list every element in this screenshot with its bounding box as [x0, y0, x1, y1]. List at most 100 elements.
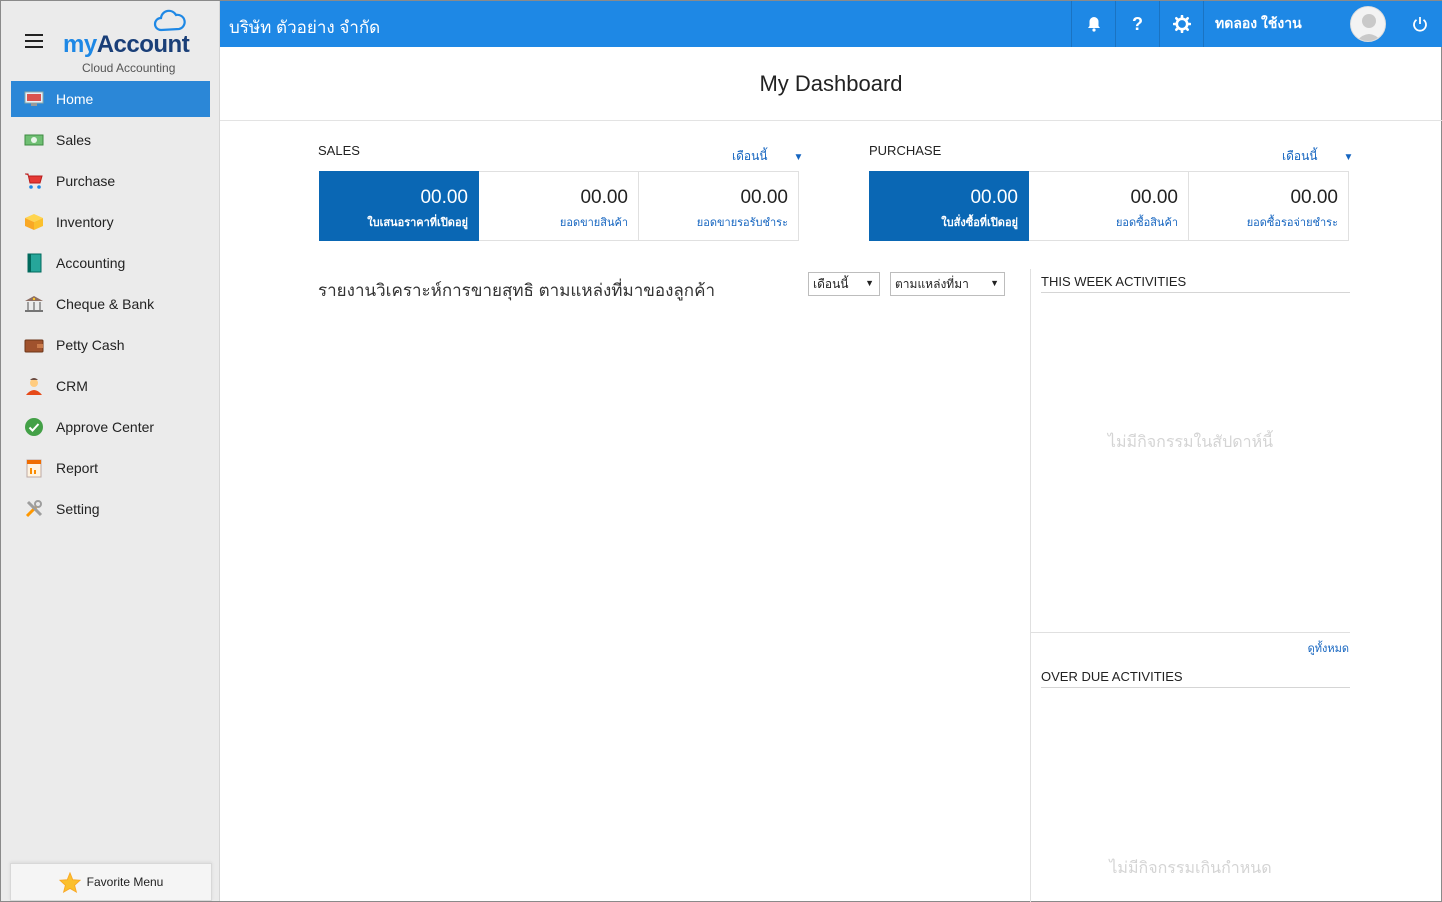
sidebar-item-label: Inventory [56, 214, 114, 230]
card-value: 00.00 [970, 187, 1018, 208]
star-icon [58, 871, 81, 893]
sales-card-receivable[interactable]: 00.00 ยอดขายรอรับชำระ [639, 171, 799, 241]
report-title: รายงานวิเคราะห์การขายสุทธิ ตามแหล่งที่มา… [318, 281, 716, 300]
card-value: 00.00 [740, 187, 788, 208]
see-all-link[interactable]: ดูทั้งหมด [1308, 639, 1349, 657]
caret-down-icon: ▼ [990, 278, 999, 288]
help-icon: ? [1132, 13, 1143, 34]
report-period-value: เดือนนี้ [813, 276, 849, 291]
title-divider [220, 120, 1442, 121]
activities-panel: THIS WEEK ACTIVITIES ไม่มีกิจกรรมในสัปดา… [1030, 269, 1350, 902]
ledger-book-icon [23, 253, 45, 273]
company-name[interactable]: บริษัท ตัวอย่าง จำกัด [229, 14, 380, 41]
top-bar: บริษัท ตัวอย่าง จำกัด ? ทดลอง ใช้งาน [220, 1, 1442, 47]
sidebar-item-label: Petty Cash [56, 337, 125, 353]
card-label: ยอดขายรอรับชำระ [696, 217, 788, 229]
sidebar-item-cheque-bank[interactable]: Cheque & Bank [11, 286, 210, 322]
wallet-icon [23, 335, 45, 355]
card-value: 00.00 [420, 187, 468, 208]
sidebar-item-label: Report [56, 460, 99, 476]
sidebar-item-label: Accounting [56, 255, 126, 271]
cash-icon [23, 130, 45, 150]
card-value: 00.00 [1290, 187, 1338, 208]
sidebar-item-label: Purchase [56, 173, 116, 189]
sales-period-dropdown[interactable]: เดือนนี้ ▼ [732, 147, 803, 166]
sidebar-item-sales[interactable]: Sales [11, 122, 210, 158]
caret-down-icon: ▼ [793, 152, 804, 163]
user-silhouette-icon [1356, 14, 1382, 41]
user-name[interactable]: ทดลอง ใช้งาน [1203, 1, 1343, 47]
sidebar-item-purchase[interactable]: Purchase [11, 163, 210, 199]
purchase-period-dropdown[interactable]: เดือนนี้ ▼ [1282, 147, 1353, 166]
sidebar-item-accounting[interactable]: Accounting [11, 245, 210, 281]
sales-card-sales-total[interactable]: 00.00 ยอดขายสินค้า [479, 171, 639, 241]
sidebar-item-label: Approve Center [56, 419, 155, 435]
home-monitor-icon [23, 89, 45, 109]
caret-down-icon: ▼ [1343, 152, 1354, 163]
activities-divider [1031, 632, 1350, 633]
sidebar-item-setting[interactable]: Setting [11, 491, 210, 527]
power-icon [1413, 17, 1427, 32]
hamburger-menu-icon[interactable] [25, 34, 43, 48]
settings-button[interactable] [1159, 1, 1203, 47]
page-title: My Dashboard [759, 71, 903, 96]
sidebar-item-petty-cash[interactable]: Petty Cash [11, 327, 210, 363]
purchase-section-label: PURCHASE [869, 143, 942, 158]
sidebar-item-label: Setting [56, 501, 100, 517]
card-label: ใบเสนอราคาที่เปิดอยู่ [367, 217, 468, 229]
bank-icon [23, 294, 45, 314]
check-circle-icon [23, 417, 45, 437]
report-icon [23, 458, 45, 478]
sidebar-item-label: CRM [56, 378, 88, 394]
purchase-card-open-orders[interactable]: 00.00 ใบสั่งซื้อที่เปิดอยู่ [869, 171, 1029, 241]
purchase-card-payable[interactable]: 00.00 ยอดซื้อรอจ่ายชำระ [1189, 171, 1349, 241]
logout-button[interactable] [1398, 1, 1442, 47]
tools-icon [23, 499, 45, 519]
brand-subtitle: Cloud Accounting [82, 61, 176, 75]
sidebar-item-label: Cheque & Bank [56, 296, 155, 312]
sidebar-item-approve-center[interactable]: Approve Center [11, 409, 210, 445]
purchase-card-purchase-total[interactable]: 00.00 ยอดซื้อสินค้า [1029, 171, 1189, 241]
sales-period-value: เดือนนี้ [732, 149, 768, 163]
this-week-activities-title: THIS WEEK ACTIVITIES [1041, 274, 1350, 293]
box-icon [23, 212, 45, 232]
brand-name-part1: my [63, 31, 97, 58]
overdue-empty-message: ไม่มีกิจกรรมเกินกำหนด [1109, 860, 1272, 877]
card-value: 00.00 [1130, 187, 1178, 208]
gear-icon [1172, 15, 1191, 33]
brand-name: myAccount [63, 31, 190, 59]
card-label: ยอดซื้อสินค้า [1115, 217, 1178, 229]
caret-down-icon: ▼ [865, 278, 874, 288]
report-period-select[interactable]: เดือนนี้ ▼ [808, 272, 880, 296]
avatar[interactable] [1350, 6, 1386, 42]
sidebar-item-crm[interactable]: CRM [11, 368, 210, 404]
shopping-cart-icon [23, 171, 45, 191]
sales-section-label: SALES [318, 143, 360, 158]
person-icon [23, 376, 45, 396]
favorite-menu-button[interactable]: Favorite Menu [10, 863, 212, 901]
brand-name-part2: Account [96, 31, 190, 58]
sidebar-item-home[interactable]: Home [11, 81, 210, 117]
sidebar-item-label: Sales [56, 132, 92, 148]
purchase-period-value: เดือนนี้ [1282, 149, 1318, 163]
overdue-activities-title: OVER DUE ACTIVITIES [1041, 669, 1350, 688]
report-source-select[interactable]: ตามแหล่งที่มา ▼ [890, 272, 1005, 296]
card-value: 00.00 [580, 187, 628, 208]
notification-button[interactable] [1071, 1, 1115, 47]
brand-logo[interactable]: myAccount Cloud Accounting [63, 9, 203, 75]
this-week-empty-message: ไม่มีกิจกรรมในสัปดาห์นี้ [1107, 434, 1274, 451]
cloud-icon [153, 9, 186, 32]
card-label: ใบสั่งซื้อที่เปิดอยู่ [941, 217, 1018, 229]
help-button[interactable]: ? [1115, 1, 1159, 47]
purchase-cards: 00.00 ใบสั่งซื้อที่เปิดอยู่ 00.00 ยอดซื้… [869, 171, 1349, 241]
sidebar: myAccount Cloud Accounting Home Sales Pu… [1, 1, 220, 901]
sales-cards: 00.00 ใบเสนอราคาที่เปิดอยู่ 00.00 ยอดขาย… [319, 171, 799, 241]
sidebar-item-inventory[interactable]: Inventory [11, 204, 210, 240]
card-label: ยอดขายสินค้า [559, 217, 628, 229]
bell-icon [1087, 17, 1100, 32]
sales-card-open-quotations[interactable]: 00.00 ใบเสนอราคาที่เปิดอยู่ [319, 171, 479, 241]
favorite-menu-label: Favorite Menu [86, 875, 164, 889]
sidebar-item-report[interactable]: Report [11, 450, 210, 486]
sidebar-menu: Home Sales Purchase Inventory Accounting [11, 81, 210, 532]
sidebar-item-label: Home [56, 91, 94, 107]
